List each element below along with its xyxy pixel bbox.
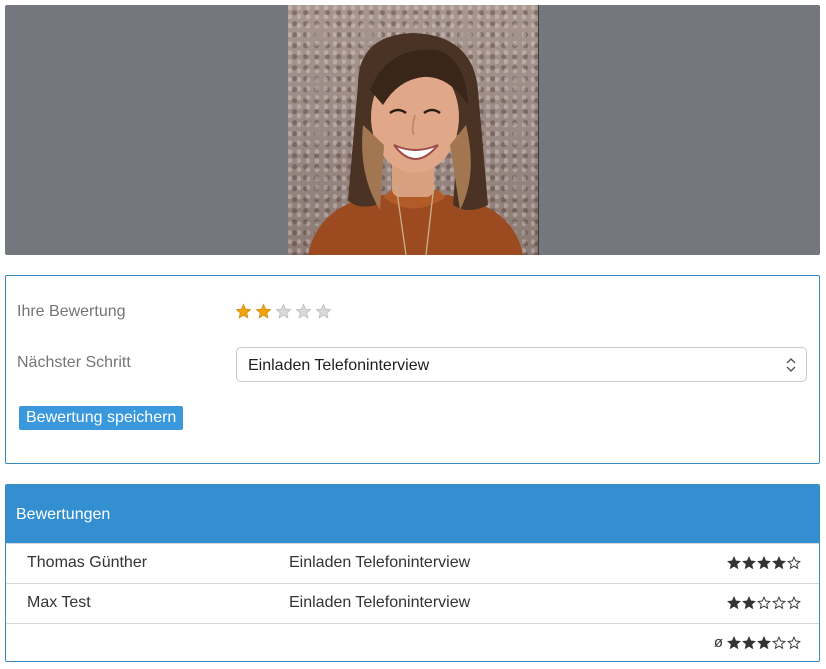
star-filled-icon[interactable]	[255, 303, 272, 320]
rater-stars	[727, 556, 801, 570]
rater-stars	[727, 596, 801, 610]
average-symbol: ø	[713, 634, 723, 651]
star-empty-icon	[787, 556, 801, 570]
rater-name: Max Test	[27, 594, 91, 611]
star-empty-icon	[787, 636, 801, 650]
table-row: Thomas Günther Einladen Telefoninterview	[6, 543, 819, 583]
next-step-label: Nächster Schritt	[17, 354, 131, 371]
star-filled-icon	[727, 556, 741, 570]
rater-next-step: Einladen Telefoninterview	[289, 554, 471, 571]
star-empty-icon[interactable]	[315, 303, 332, 320]
average-stars: ø	[713, 634, 801, 651]
average-row: ø	[6, 623, 819, 661]
star-filled-icon	[727, 636, 741, 650]
star-filled-icon	[757, 636, 771, 650]
ratings-card: Bewertungen Thomas Günther Einladen Tele…	[5, 484, 820, 662]
star-empty-icon[interactable]	[275, 303, 292, 320]
star-filled-icon[interactable]	[235, 303, 252, 320]
rating-form-card: Ihre Bewertung Nächster Schritt Einladen…	[5, 275, 820, 464]
star-empty-icon	[772, 596, 786, 610]
star-filled-icon	[727, 596, 741, 610]
star-filled-icon	[742, 596, 756, 610]
star-filled-icon	[742, 556, 756, 570]
star-empty-icon	[787, 596, 801, 610]
star-empty-icon	[757, 596, 771, 610]
photo-banner	[5, 5, 820, 255]
star-rating-input[interactable]	[235, 303, 332, 320]
star-empty-icon[interactable]	[295, 303, 312, 320]
star-empty-icon	[772, 636, 786, 650]
next-step-select[interactable]: Einladen Telefoninterview	[236, 347, 807, 382]
star-filled-icon	[772, 556, 786, 570]
star-filled-icon	[757, 556, 771, 570]
chevron-up-down-icon	[786, 358, 796, 372]
table-row: Max Test Einladen Telefoninterview	[6, 583, 819, 623]
rater-next-step: Einladen Telefoninterview	[289, 594, 471, 611]
your-rating-label: Ihre Bewertung	[17, 303, 126, 320]
applicant-photo	[288, 5, 539, 255]
rater-name: Thomas Günther	[27, 554, 148, 571]
next-step-select-value: Einladen Telefoninterview	[248, 357, 430, 374]
star-filled-icon	[742, 636, 756, 650]
ratings-header: Bewertungen	[6, 485, 819, 543]
save-rating-button[interactable]: Bewertung speichern	[19, 406, 184, 430]
ratings-title: Bewertungen	[16, 506, 111, 523]
